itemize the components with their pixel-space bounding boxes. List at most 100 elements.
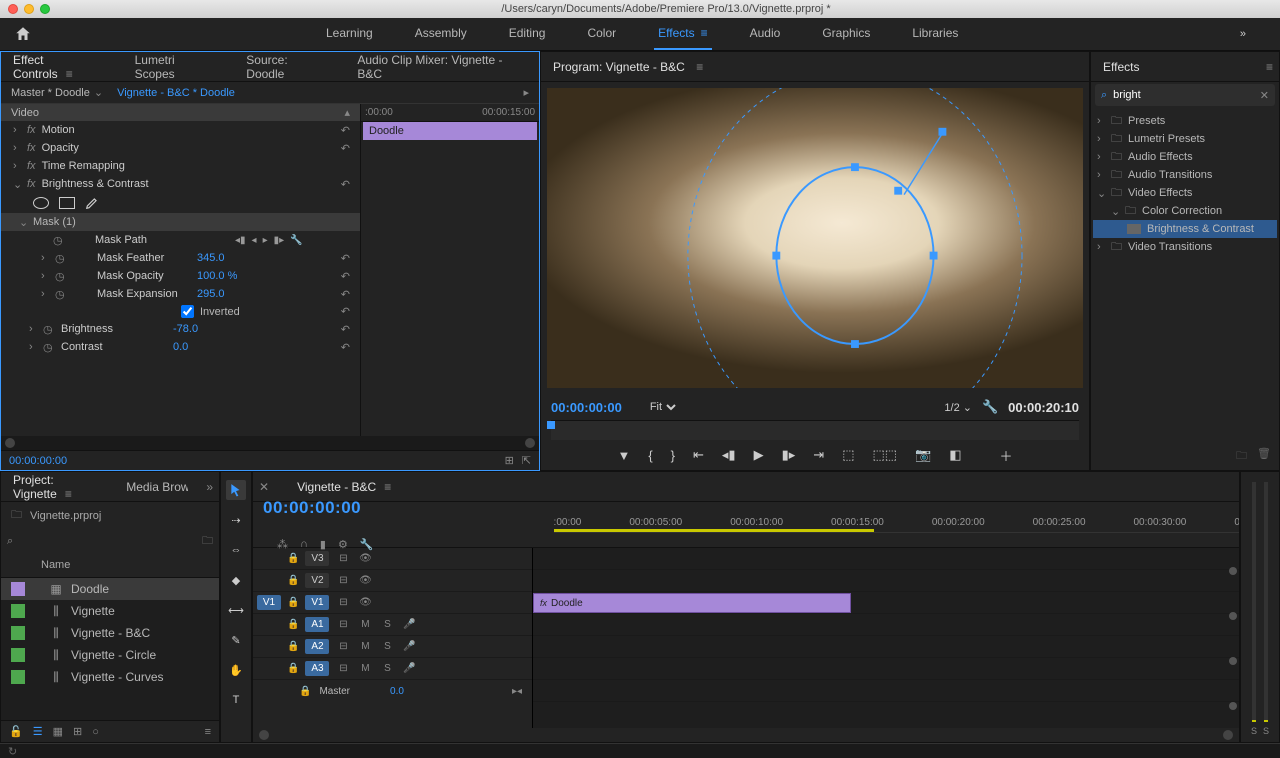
disclose-icon[interactable]: ›	[13, 124, 23, 136]
track-header-a3[interactable]: 🔒 A3 ⊟ M S 🎤	[253, 658, 532, 680]
label-swatch[interactable]	[11, 604, 25, 618]
fx-folder-video-transitions[interactable]: ›🗀Video Transitions	[1093, 238, 1277, 256]
stopwatch-icon[interactable]: ◷	[43, 323, 55, 336]
reset-icon[interactable]: ↶	[341, 323, 350, 336]
label-swatch[interactable]	[11, 626, 25, 640]
brightness-value[interactable]: -78.0	[173, 323, 198, 335]
reset-icon[interactable]: ↶	[341, 270, 350, 283]
track-row-master[interactable]	[533, 680, 1239, 702]
track-label[interactable]: V2	[305, 573, 329, 588]
lock-icon[interactable]: 🔒	[287, 575, 299, 586]
mark-out-button[interactable]: }	[671, 448, 675, 463]
tabs-overflow-icon[interactable]: »	[206, 480, 213, 494]
chevron-down-icon[interactable]: ⌄	[94, 86, 103, 99]
step-fwd-button[interactable]: ▮▸	[782, 447, 796, 463]
disclose-icon[interactable]: ›	[41, 270, 51, 282]
reset-icon[interactable]: ↶	[341, 142, 350, 155]
toggle-track-output-icon[interactable]: 👁	[357, 597, 373, 608]
razor-tool[interactable]: ◆	[226, 570, 246, 590]
track-back-icon[interactable]: ◂	[252, 235, 257, 246]
disclose-icon[interactable]: ⌄	[19, 216, 29, 229]
brightness-row[interactable]: › ◷ Brightness -78.0 ↶	[1, 320, 360, 338]
play-button[interactable]: ▶	[754, 447, 764, 463]
disclose-icon[interactable]: ›	[41, 288, 51, 300]
hand-tool[interactable]: ✋	[226, 660, 246, 680]
mask-feather-row[interactable]: › ◷ Mask Feather 345.0 ↶	[1, 249, 360, 267]
mute-button[interactable]: M	[357, 619, 373, 630]
stopwatch-icon[interactable]: ◷	[55, 270, 67, 283]
stopwatch-icon[interactable]: ◷	[53, 234, 65, 247]
track-header-v3[interactable]: 🔒 V3 ⊟ 👁	[253, 548, 532, 570]
timeline-current-timecode[interactable]: 00:00:00:00	[263, 498, 374, 518]
slip-tool[interactable]: ⟷	[226, 600, 246, 620]
solo-indicator[interactable]: S	[1263, 726, 1269, 736]
sequence-clip-link[interactable]: Vignette - B&C * Doodle	[117, 87, 235, 99]
mark-in-button[interactable]: {	[648, 448, 652, 463]
ws-tab-audio[interactable]: Audio	[746, 18, 785, 50]
settings-icon[interactable]: 🔧	[982, 399, 998, 415]
mask-opacity-row[interactable]: › ◷ Mask Opacity 100.0 % ↶	[1, 267, 360, 285]
fx-folder-lumetri-presets[interactable]: ›🗀Lumetri Presets	[1093, 130, 1277, 148]
column-name[interactable]: Name	[41, 559, 70, 571]
tab-effect-controls[interactable]: Effect Controls≡	[7, 51, 111, 87]
track-row-a1[interactable]	[533, 614, 1239, 636]
timeline-footer[interactable]	[253, 728, 1239, 742]
stopwatch-icon[interactable]: ◷	[43, 341, 55, 354]
lift-button[interactable]: ⬚	[842, 447, 854, 463]
timeline-ruler[interactable]: :00:00 00:00:05:00 00:00:10:00 00:00:15:…	[554, 517, 1240, 533]
effects-search-input[interactable]	[1113, 89, 1260, 101]
project-item-vignette[interactable]: ⫼ Vignette	[1, 600, 219, 622]
clear-search-icon[interactable]: ✕	[1260, 89, 1269, 102]
export-frame-button[interactable]: 📷	[915, 447, 931, 463]
mute-button[interactable]: M	[357, 641, 373, 652]
track-settings-icon[interactable]: 🔧	[290, 235, 302, 246]
mute-button[interactable]: M	[357, 663, 373, 674]
vertical-scroll[interactable]	[1229, 548, 1239, 728]
lock-icon[interactable]: 🔒	[287, 641, 299, 652]
project-headers[interactable]: Name	[1, 553, 219, 578]
disclose-icon[interactable]: ›	[29, 341, 39, 353]
track-label[interactable]: V3	[305, 551, 329, 566]
mask-inverted-checkbox[interactable]	[181, 305, 194, 318]
reset-icon[interactable]: ↶	[341, 252, 350, 265]
mask-ellipse-button[interactable]	[33, 197, 49, 209]
tab-source[interactable]: Source: Doodle	[240, 51, 333, 87]
ws-tab-assembly[interactable]: Assembly	[411, 18, 471, 50]
selection-tool[interactable]	[226, 480, 246, 500]
type-tool[interactable]: T	[226, 690, 246, 710]
track-label[interactable]: A1	[305, 617, 329, 632]
mask-expansion-row[interactable]: › ◷ Mask Expansion 295.0 ↶	[1, 285, 360, 303]
delete-icon[interactable]: 🗑	[1257, 447, 1271, 466]
mask-path-row[interactable]: ◷ Mask Path ◂▮ ◂ ▸ ▮▸ 🔧	[1, 231, 360, 249]
solo-button[interactable]: S	[379, 663, 395, 674]
track-row-a2[interactable]	[533, 636, 1239, 658]
project-menu-icon[interactable]: ≡	[205, 726, 211, 738]
disclose-icon[interactable]: ›	[13, 160, 23, 172]
tab-project[interactable]: Project: Vignette≡	[7, 471, 102, 507]
track-row-v1[interactable]: fx Doodle	[533, 592, 1239, 614]
voice-over-icon[interactable]: 🎤	[401, 663, 417, 674]
ec-current-time[interactable]: 00:00:00:00	[9, 455, 67, 467]
toggle-track-output-icon[interactable]: 👁	[357, 575, 373, 586]
toggle-sync-lock-icon[interactable]: ⊟	[335, 619, 351, 630]
lock-icon[interactable]: 🔒	[287, 553, 299, 564]
add-marker-button[interactable]: ▼	[617, 448, 630, 463]
track-fwd-one-icon[interactable]: ▮▸	[274, 235, 285, 246]
program-canvas[interactable]	[547, 88, 1083, 388]
toggle-sync-lock-icon[interactable]: ⊟	[335, 641, 351, 652]
toggle-sync-lock-icon[interactable]: ⊟	[335, 663, 351, 674]
write-access-icon[interactable]: 🔓	[9, 725, 23, 738]
program-time-ruler[interactable]	[551, 420, 1079, 440]
toggle-track-output-icon[interactable]: 👁	[357, 553, 373, 564]
solo-button[interactable]: S	[379, 619, 395, 630]
project-item-doodle[interactable]: ▦ Doodle	[1, 578, 219, 600]
disclose-icon[interactable]: ⌄	[13, 178, 23, 191]
solo-indicator[interactable]: S	[1251, 726, 1257, 736]
panel-menu-icon[interactable]: ≡	[66, 67, 73, 81]
track-label[interactable]: V1	[305, 595, 329, 610]
pen-tool[interactable]: ✎	[226, 630, 246, 650]
go-to-in-button[interactable]: ⇤	[693, 447, 704, 463]
effect-controls-timeline[interactable]: :00:00 00:00:15:00 Doodle	[361, 104, 539, 436]
zoom-slider[interactable]: ○	[92, 726, 99, 738]
fx-folder-audio-effects[interactable]: ›🗀Audio Effects	[1093, 148, 1277, 166]
